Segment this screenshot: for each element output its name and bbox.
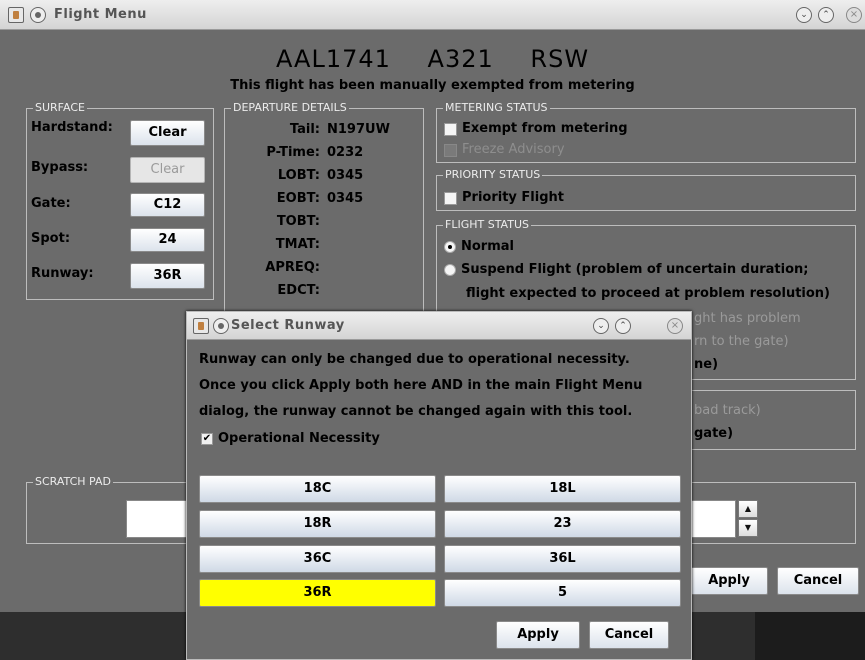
tail-label: Tail:	[289, 122, 320, 137]
select-runway-dialog: Select Runway ⌄ ⌃ × Runway can only be c…	[186, 311, 692, 660]
operational-necessity-label: Operational Necessity	[218, 431, 380, 446]
suspend-radio[interactable]	[444, 264, 456, 276]
metering-status-legend: METERING STATUS	[443, 101, 550, 115]
runway-option-18r[interactable]: 18R	[199, 510, 436, 538]
surface-legend: SURFACE	[33, 101, 87, 115]
bottom-bar-dark-segment	[755, 612, 865, 660]
apreq-label: APREQ:	[265, 260, 320, 275]
close-icon[interactable]: ×	[846, 7, 862, 23]
tail-value: N197UW	[327, 122, 390, 137]
dialog-menu-icon[interactable]	[213, 318, 229, 334]
scratch-pad-input-right[interactable]	[690, 500, 736, 538]
lobt-label: LOBT:	[277, 168, 320, 183]
apply-button[interactable]: Apply	[690, 567, 768, 595]
priority-label: Priority Flight	[462, 190, 564, 205]
dialog-title: Select Runway	[231, 318, 345, 333]
operational-necessity-checkbox[interactable]: ✔	[201, 433, 213, 445]
flight-header: AAL1741 A321 RSW	[0, 45, 865, 73]
dialog-message-line3: dialog, the runway cannot be changed aga…	[199, 404, 633, 419]
suspend-label-line2: flight expected to proceed at problem re…	[466, 286, 830, 301]
destination: RSW	[530, 45, 590, 73]
dialog-message-line1: Runway can only be changed due to operat…	[199, 352, 630, 367]
aircraft-type: A321	[427, 45, 494, 73]
bypass-label: Bypass:	[31, 160, 89, 175]
freeze-checkbox[interactable]	[444, 144, 457, 157]
priority-status-legend: PRIORITY STATUS	[443, 168, 543, 182]
dialog-apply-button[interactable]: Apply	[496, 621, 580, 649]
runway-option-5[interactable]: 5	[444, 579, 681, 607]
ghost-lower-text: bad track)	[694, 403, 761, 418]
status-text-fragment: ne)	[694, 357, 719, 372]
java-app-icon	[8, 7, 24, 23]
runway-option-23[interactable]: 23	[444, 510, 681, 538]
runway-button[interactable]: 36R	[130, 263, 205, 289]
runway-option-18c[interactable]: 18C	[199, 475, 436, 503]
dialog-titlebar[interactable]: Select Runway ⌄ ⌃ ×	[187, 312, 691, 340]
flight-menu-titlebar[interactable]: Flight Menu ⌄ ⌃ ×	[0, 0, 865, 30]
ghost-status-text-2: rn to the gate)	[694, 334, 789, 349]
bypass-clear-button[interactable]: Clear	[130, 157, 205, 183]
dialog-close-icon[interactable]: ×	[667, 318, 683, 334]
ptime-label: P-Time:	[266, 145, 320, 160]
eobt-value: 0345	[327, 191, 364, 206]
dialog-minimize-icon[interactable]: ⌄	[593, 318, 609, 334]
edct-label: EDCT:	[277, 283, 320, 298]
exempt-checkbox[interactable]	[444, 123, 457, 136]
dialog-maximize-icon[interactable]: ⌃	[615, 318, 631, 334]
ptime-value: 0232	[327, 145, 364, 160]
window-menu-icon[interactable]	[30, 7, 46, 23]
ghost-status-text-1: ght has problem	[694, 311, 801, 326]
departure-details-legend: DEPARTURE DETAILS	[231, 101, 349, 115]
suspend-label-line1: Suspend Flight (problem of uncertain dur…	[461, 262, 809, 277]
minimize-icon[interactable]: ⌄	[796, 7, 812, 23]
dialog-cancel-button[interactable]: Cancel	[589, 621, 669, 649]
hardstand-label: Hardstand:	[31, 120, 113, 135]
spin-up-icon[interactable]: ▲	[738, 500, 758, 518]
eobt-label: EOBT:	[276, 191, 320, 206]
exempt-note: This flight has been manually exempted f…	[230, 78, 635, 93]
runway-option-18l[interactable]: 18L	[444, 475, 681, 503]
runway-option-36c[interactable]: 36C	[199, 545, 436, 573]
gate-button[interactable]: C12	[130, 193, 205, 217]
spot-label: Spot:	[31, 231, 71, 246]
runway-option-36l[interactable]: 36L	[444, 545, 681, 573]
flight-status-legend: FLIGHT STATUS	[443, 218, 531, 232]
callsign: AAL1741	[275, 45, 391, 73]
normal-radio[interactable]	[444, 241, 456, 253]
window-title: Flight Menu	[54, 7, 147, 22]
runway-option-36r[interactable]: 36R	[199, 579, 436, 607]
spin-down-icon[interactable]: ▼	[738, 519, 758, 537]
lower-text-fragment: gate)	[694, 426, 734, 441]
exempt-label: Exempt from metering	[462, 121, 628, 136]
normal-label: Normal	[461, 239, 514, 254]
spot-button[interactable]: 24	[130, 228, 205, 252]
tmat-label: TMAT:	[275, 237, 320, 252]
gate-label: Gate:	[31, 196, 71, 211]
scratch-pad-legend: SCRATCH PAD	[33, 475, 113, 489]
maximize-icon[interactable]: ⌃	[818, 7, 834, 23]
runway-label: Runway:	[31, 266, 94, 281]
priority-checkbox[interactable]	[444, 192, 457, 205]
dialog-app-icon	[193, 318, 209, 334]
freeze-label: Freeze Advisory	[462, 142, 565, 157]
hardstand-clear-button[interactable]: Clear	[130, 120, 205, 146]
lobt-value: 0345	[327, 168, 364, 183]
dialog-message-line2: Once you click Apply both here AND in th…	[199, 378, 643, 393]
cancel-button[interactable]: Cancel	[777, 567, 859, 595]
tobt-label: TOBT:	[276, 214, 320, 229]
